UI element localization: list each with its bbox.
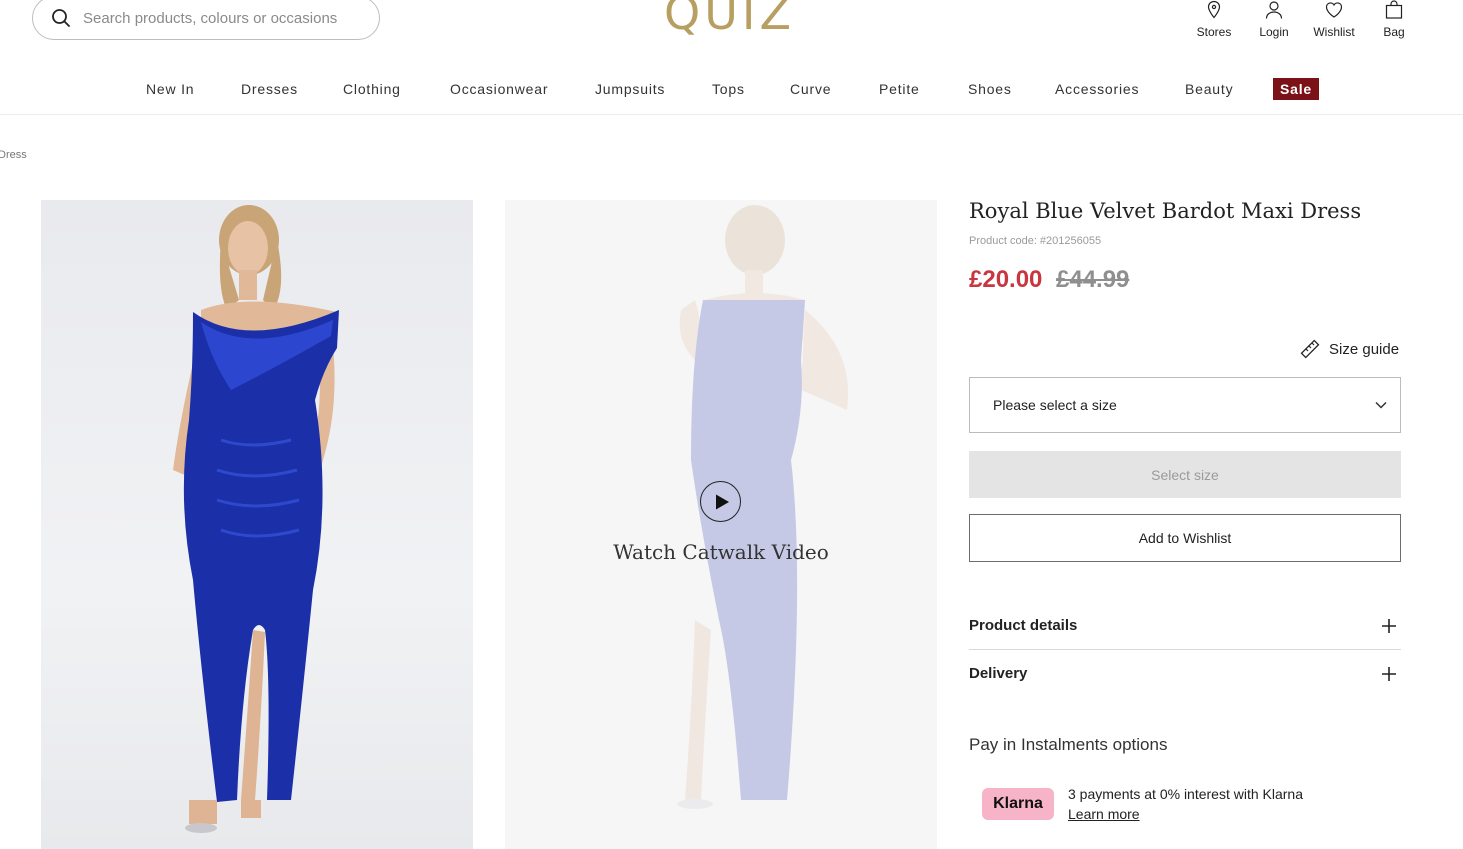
klarna-description: 3 payments at 0% interest with Klarna (1068, 786, 1304, 802)
dress-illustration (173, 205, 339, 833)
play-video-button[interactable] (700, 481, 741, 522)
instalments-title: Pay in Instalments options (969, 735, 1168, 754)
add-to-wishlist-button[interactable]: Add to Wishlist (969, 514, 1401, 562)
product-title: Royal Blue Velvet Bardot Maxi Dress (969, 199, 1362, 223)
breadcrumb[interactable]: Dress (0, 149, 27, 161)
nav-dresses[interactable]: Dresses (241, 81, 298, 97)
wishlist-link[interactable]: Wishlist (1304, 0, 1364, 39)
dress-back-illustration (677, 205, 849, 809)
accordion-delivery[interactable]: Delivery (969, 650, 1401, 698)
klarna-learn-more-link[interactable]: Learn more (1068, 806, 1140, 822)
catwalk-video-poster[interactable] (505, 200, 937, 849)
main-nav: New In Dresses Clothing Occasionwear Jum… (0, 78, 1463, 102)
nav-petite[interactable]: Petite (879, 81, 920, 97)
nav-divider (0, 114, 1463, 115)
accordion-title: Delivery (969, 665, 1028, 682)
size-select-value: Please select a size (993, 397, 1117, 413)
nav-shoes[interactable]: Shoes (968, 81, 1012, 97)
search-input[interactable]: Search products, colours or occasions (83, 10, 337, 27)
klarna-logo: Klarna (982, 788, 1054, 820)
nav-accessories[interactable]: Accessories (1055, 81, 1139, 97)
nav-occasionwear[interactable]: Occasionwear (450, 81, 548, 97)
login-link[interactable]: Login (1244, 0, 1304, 39)
chevron-down-icon (1375, 401, 1387, 409)
nav-curve[interactable]: Curve (790, 81, 831, 97)
product-code: Product code: #201256055 (969, 235, 1102, 247)
size-select[interactable]: Please select a size (969, 377, 1401, 433)
product-image-front[interactable] (41, 200, 473, 849)
nav-tops[interactable]: Tops (712, 81, 745, 97)
login-label: Login (1259, 25, 1289, 39)
bag-icon (1385, 0, 1403, 19)
nav-sale[interactable]: Sale (1273, 78, 1319, 100)
nav-jumpsuits[interactable]: Jumpsuits (595, 81, 665, 97)
quiz-logo[interactable]: QUIZ (664, 0, 795, 40)
stores-link[interactable]: Stores (1184, 0, 1244, 39)
accordion-title: Product details (969, 617, 1078, 634)
user-icon (1265, 1, 1283, 19)
watch-catwalk-label[interactable]: Watch Catwalk Video (505, 540, 937, 564)
bag-link[interactable]: Bag (1364, 0, 1424, 39)
location-pin-icon (1207, 0, 1221, 19)
size-guide-link[interactable]: Size guide (1300, 339, 1399, 359)
sale-price: £20.00 (969, 266, 1043, 293)
accordion-product-details[interactable]: Product details (969, 602, 1401, 650)
size-guide-label: Size guide (1329, 340, 1400, 358)
nav-beauty[interactable]: Beauty (1185, 81, 1233, 97)
plus-icon (1382, 619, 1396, 633)
heart-icon (1325, 2, 1343, 18)
select-size-button[interactable]: Select size (969, 451, 1401, 498)
search-icon (52, 9, 70, 27)
stores-label: Stores (1196, 25, 1232, 39)
play-icon (716, 494, 729, 509)
ruler-icon (1300, 339, 1320, 359)
wishlist-label: Wishlist (1313, 25, 1355, 39)
nav-new-in[interactable]: New In (146, 81, 194, 97)
bag-label: Bag (1383, 25, 1405, 39)
plus-icon (1382, 667, 1396, 681)
search-bar[interactable]: Search products, colours or occasions (32, 0, 380, 40)
original-price: £44.99 (1056, 266, 1130, 293)
nav-clothing[interactable]: Clothing (343, 81, 401, 97)
